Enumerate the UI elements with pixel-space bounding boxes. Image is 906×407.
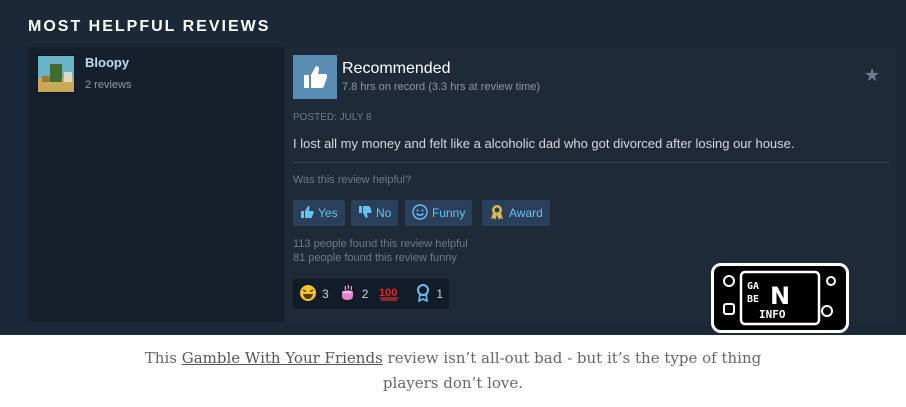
received-awards: 3 2 100 1 xyxy=(293,279,450,309)
caption-text-before: This xyxy=(144,349,182,367)
watermark-text: GA xyxy=(747,281,759,292)
award-button[interactable]: Award xyxy=(482,200,550,226)
author-review-count[interactable]: 2 reviews xyxy=(85,79,131,91)
award-item[interactable]: 3 xyxy=(299,284,329,305)
award-item[interactable]: 1 xyxy=(415,283,444,305)
steam-review-panel: MOST HELPFUL REVIEWS Bloopy 2 reviews Re… xyxy=(0,0,906,335)
thumbs-up-icon xyxy=(293,55,337,99)
recommendation-label: Recommended xyxy=(342,60,451,77)
vote-no-button[interactable]: No xyxy=(351,200,399,226)
star-icon[interactable]: ★ xyxy=(864,65,880,86)
ribbon-award-icon xyxy=(415,283,431,305)
watermark-text: INFO xyxy=(759,308,786,321)
avatar[interactable] xyxy=(37,55,75,93)
game-info-watermark-logo: GA BE N INFO xyxy=(711,263,849,333)
vote-yes-label: Yes xyxy=(318,206,338,220)
watermark-text: N xyxy=(770,282,790,310)
image-caption: This Gamble With Your Friends review isn… xyxy=(120,346,786,396)
watermark-text: BE xyxy=(747,294,759,305)
award-item[interactable]: 2 xyxy=(339,284,369,305)
hundred-points-icon: 100 xyxy=(378,284,400,305)
helpful-count: 113 people found this review helpful xyxy=(293,238,468,250)
vote-no-label: No xyxy=(376,206,392,220)
award-count: 3 xyxy=(322,287,329,301)
svg-text:100: 100 xyxy=(379,287,397,299)
award-label: Award xyxy=(509,206,543,220)
playtime-hours: 7.8 hrs on record (3.3 hrs at review tim… xyxy=(342,81,541,93)
award-item[interactable]: 100 xyxy=(378,284,405,305)
divider xyxy=(293,162,890,163)
award-count: 1 xyxy=(436,287,444,301)
author-name[interactable]: Bloopy xyxy=(85,55,129,70)
thumbs-down-icon xyxy=(358,205,372,222)
vote-funny-label: Funny xyxy=(432,206,466,220)
award-count: 2 xyxy=(361,287,369,301)
vote-yes-button[interactable]: Yes xyxy=(293,200,345,226)
posted-date: POSTED: JULY 8 xyxy=(293,112,372,123)
vote-funny-button[interactable]: Funny xyxy=(405,200,473,226)
game-title-link[interactable]: Gamble With Your Friends xyxy=(182,349,383,367)
smiley-icon xyxy=(412,203,428,223)
thumbs-up-icon xyxy=(300,205,314,222)
caption-text-after: review isn’t all-out bad - but it’s the … xyxy=(382,349,762,392)
helpful-question: Was this review helpful? xyxy=(293,174,412,186)
hot-beverage-icon xyxy=(339,284,357,305)
section-title: MOST HELPFUL REVIEWS xyxy=(28,18,271,35)
author-column: Bloopy 2 reviews xyxy=(28,47,278,322)
funny-count: 81 people found this review funny xyxy=(293,252,457,264)
award-medal-icon xyxy=(489,204,505,223)
laughing-emoji-icon xyxy=(299,284,317,305)
review-text: I lost all my money and felt like a alco… xyxy=(293,136,795,151)
